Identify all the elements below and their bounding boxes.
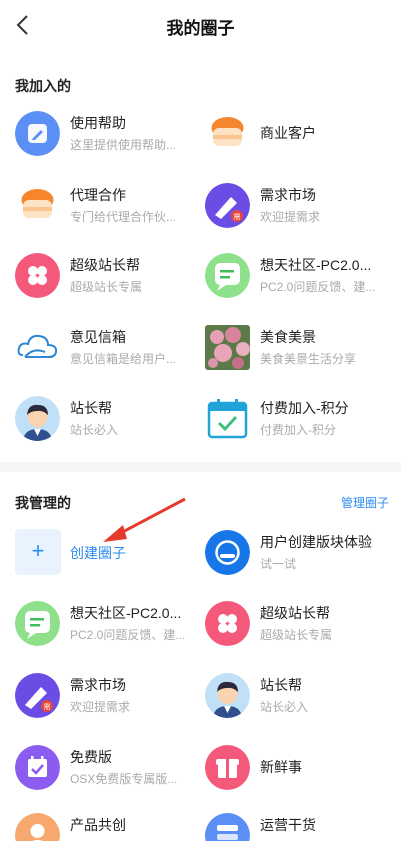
circle-name: 美食美景	[260, 329, 316, 345]
circle-desc: 付费加入-积分	[260, 423, 336, 437]
circle-item-demand[interactable]: 需 需求市场 欢迎提需求	[205, 183, 395, 239]
svg-text:需: 需	[234, 213, 241, 221]
circle-item-ops[interactable]: 运营干货	[205, 813, 395, 841]
circle-item-community-managed[interactable]: 想天社区-PC2.0... PC2.0问题反馈、建...	[15, 601, 205, 657]
circle-item-superadmin[interactable]: 超级站长帮 超级站长专属	[15, 253, 205, 309]
circle-desc: 欢迎提需求	[260, 210, 321, 224]
circle-name: 运营干货	[260, 817, 316, 833]
marker-icon: 需	[205, 183, 250, 228]
circle-item-food[interactable]: 美食美景 美食美景生活分享	[205, 325, 395, 381]
annotation-arrow	[103, 497, 186, 542]
cake-icon	[15, 183, 60, 228]
calendar-check-icon	[205, 396, 250, 441]
circle-name: 新鲜事	[260, 759, 302, 775]
circle-item-community[interactable]: 想天社区-PC2.0... PC2.0问题反馈、建...	[205, 253, 395, 309]
circle-name: 需求市场	[70, 677, 126, 693]
circle-name: 想天社区-PC2.0...	[70, 605, 182, 621]
circle-name: 商业客户	[260, 125, 316, 141]
man-avatar-icon	[15, 396, 60, 441]
circle-item-webmaster[interactable]: 站长帮 站长必入	[15, 396, 205, 452]
circle-name: 超级站长帮	[70, 257, 140, 273]
circle-desc: OSX免费版专属版...	[70, 772, 178, 786]
circle-name: 需求市场	[260, 187, 316, 203]
section-title-managed: 我管理的	[15, 495, 71, 511]
man-avatar-icon	[205, 673, 250, 718]
circle-desc: 专门给代理合作伙...	[70, 210, 177, 224]
cake-icon	[205, 111, 250, 156]
person-icon	[15, 813, 60, 841]
cloud-icon	[15, 325, 60, 370]
svg-text:需: 需	[44, 703, 51, 711]
circle-name: 使用帮助	[70, 115, 126, 131]
section-title-joined: 我加入的	[15, 78, 71, 94]
circle-item-demand-managed[interactable]: 需 需求市场 欢迎提需求	[15, 673, 205, 729]
marker-icon: 需	[15, 673, 60, 718]
circle-item-user-board[interactable]: 用户创建版块体验 试一试	[205, 530, 395, 586]
gift-icon	[205, 745, 250, 790]
circle-name: 付费加入-积分	[260, 400, 349, 416]
circle-desc: 超级站长专属	[70, 280, 143, 294]
circle-name: 意见信箱	[70, 329, 126, 345]
create-circle-label[interactable]: 创建圈子	[70, 543, 126, 563]
circle-name: 代理合作	[70, 187, 126, 203]
section-divider	[0, 462, 401, 472]
chat-icon	[205, 253, 250, 298]
manage-circles-link[interactable]: 管理圈子	[341, 494, 389, 511]
page-title: 我的圈子	[166, 19, 235, 38]
circle-name: 免费版	[70, 749, 112, 765]
circle-desc: PC2.0问题反馈、建...	[70, 628, 186, 642]
clover-icon	[205, 601, 250, 646]
circle-item-feedback[interactable]: 意见信箱 意见信箱是给用户...	[15, 325, 205, 381]
circle-item-superadmin-managed[interactable]: 超级站长帮 超级站长专属	[205, 601, 395, 657]
header: 我的圈子	[0, 0, 401, 52]
circle-desc: 欢迎提需求	[70, 700, 131, 714]
stack-icon	[205, 813, 250, 841]
circle-item-webmaster-managed[interactable]: 站长帮 站长必入	[205, 673, 395, 729]
circle-item-help[interactable]: 使用帮助 这里提供使用帮助...	[15, 111, 205, 167]
flowers-photo	[205, 325, 250, 370]
circle-desc: 美食美景生活分享	[260, 352, 357, 366]
circle-item-free[interactable]: 免费版 OSX免费版专属版...	[15, 745, 205, 801]
circle-desc: 站长必入	[70, 423, 119, 437]
plus-icon: +	[31, 538, 45, 563]
circle-desc: 意见信箱是给用户...	[70, 352, 177, 366]
circle-desc: 试一试	[260, 557, 297, 571]
circle-name: 用户创建版块体验	[260, 534, 372, 550]
circle-name: 想天社区-PC2.0...	[260, 257, 372, 273]
chat-icon	[15, 601, 60, 646]
circle-name: 超级站长帮	[260, 605, 330, 621]
circle-desc: 超级站长专属	[260, 628, 333, 642]
circle-name: 产品共创	[70, 817, 126, 833]
circle-item-news[interactable]: 新鲜事	[205, 745, 395, 801]
circle-name: 站长帮	[260, 677, 302, 693]
circle-item-cocreate[interactable]: 产品共创	[15, 813, 205, 841]
pencil-note-icon	[15, 111, 60, 156]
circle-item-business[interactable]: 商业客户	[205, 111, 395, 167]
circle-desc: 这里提供使用帮助...	[70, 138, 177, 152]
circle-desc: 站长必入	[260, 700, 309, 714]
circle-item-paid[interactable]: 付费加入-积分 付费加入-积分	[205, 396, 395, 452]
clover-icon	[15, 253, 60, 298]
robot-icon	[205, 530, 250, 575]
calendar-check-icon	[15, 745, 60, 790]
circle-name: 站长帮	[70, 400, 112, 416]
circle-desc: PC2.0问题反馈、建...	[260, 280, 376, 294]
circle-item-agent[interactable]: 代理合作 专门给代理合作伙...	[15, 183, 205, 239]
create-circle-button[interactable]: +	[15, 529, 61, 575]
